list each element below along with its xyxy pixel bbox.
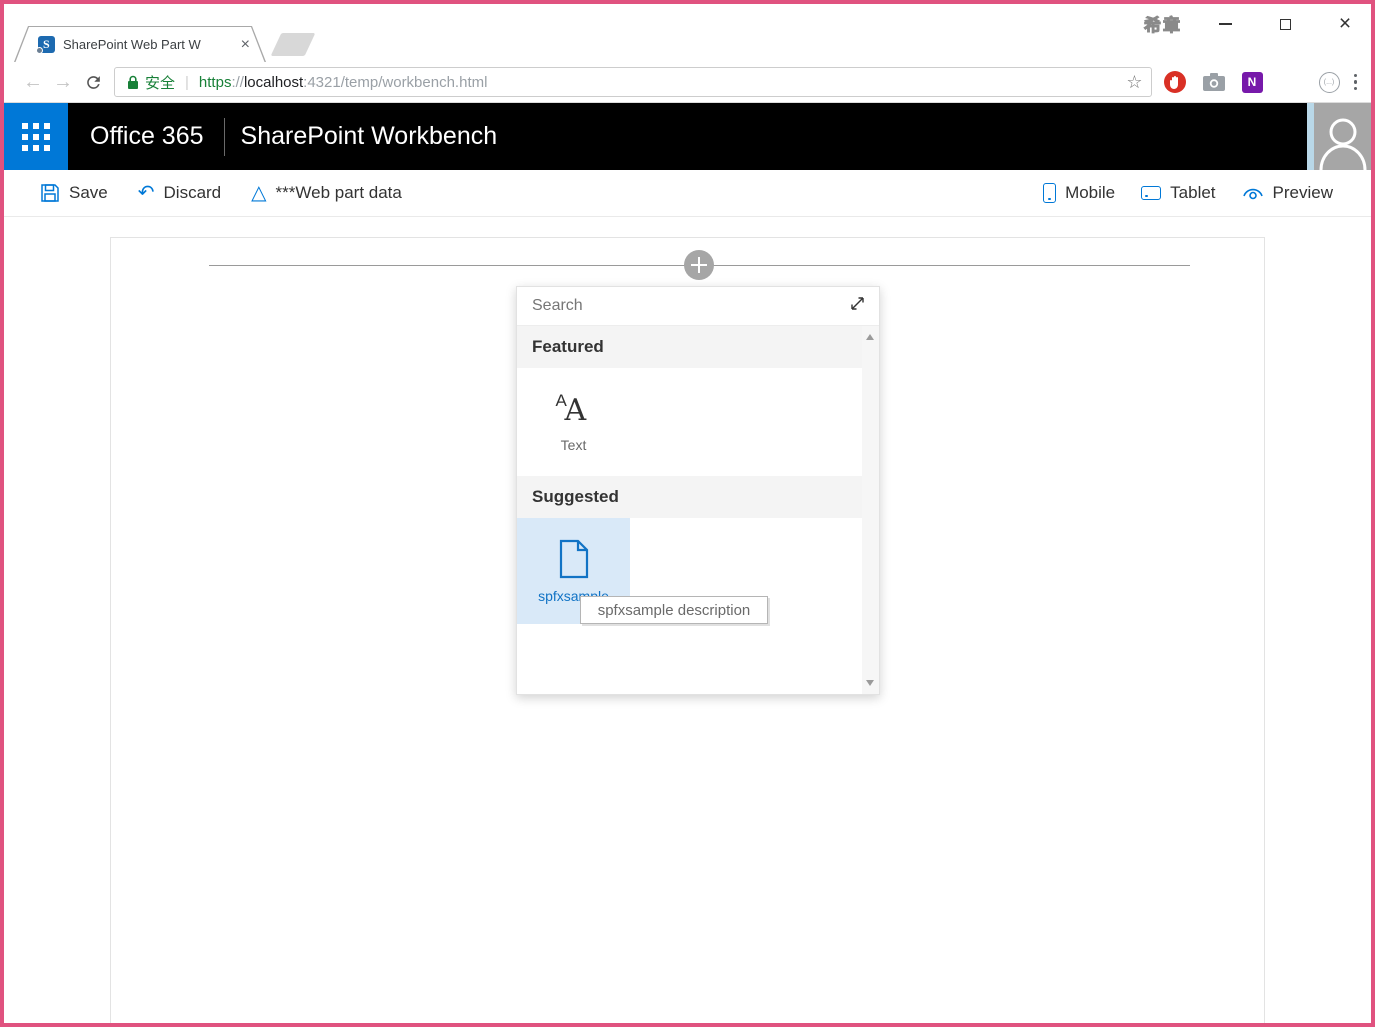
scroll-up-icon[interactable] <box>866 334 874 340</box>
preview-button[interactable]: Preview <box>1242 183 1333 203</box>
minimize-button[interactable] <box>1213 12 1237 36</box>
mobile-button[interactable]: Mobile <box>1043 183 1115 203</box>
workbench-title: SharePoint Workbench <box>241 122 498 151</box>
padlock-icon <box>127 75 139 90</box>
suggested-section-header: Suggested <box>517 476 862 518</box>
expand-picker-icon[interactable] <box>849 295 866 317</box>
close-button[interactable]: × <box>1333 12 1357 36</box>
new-tab-button[interactable] <box>271 33 316 56</box>
discard-button[interactable]: ↶ Discard <box>138 183 221 203</box>
back-icon[interactable]: ← <box>18 71 48 94</box>
workbench-command-bar: Save ↶ Discard △ ***Web part data Mobile… <box>4 170 1371 217</box>
code-extension-icon[interactable]: (...) <box>1319 72 1340 93</box>
preview-eye-icon <box>1242 184 1264 202</box>
browser-titlebar: S SharePoint Web Part W × 希章 × <box>4 4 1371 62</box>
workbench-content: Featured AA Text Suggested spfxsample <box>4 217 1371 1023</box>
maximize-button[interactable] <box>1273 12 1297 36</box>
save-button[interactable]: Save <box>40 183 108 203</box>
annotated-window-frame: S SharePoint Web Part W × 希章 × ← → 安全 | … <box>0 0 1375 1027</box>
windows-extension-icon[interactable] <box>1280 71 1302 93</box>
mobile-icon <box>1043 183 1056 203</box>
picker-body: Featured AA Text Suggested spfxsample <box>517 326 862 694</box>
avatar-strip <box>1307 103 1314 170</box>
webpart-data-button[interactable]: △ ***Web part data <box>251 183 402 203</box>
add-webpart-button[interactable] <box>684 250 714 280</box>
bookmark-star-icon[interactable]: ☆ <box>1126 72 1142 93</box>
tab-title: SharePoint Web Part W <box>63 37 235 52</box>
forward-icon[interactable]: → <box>48 71 78 94</box>
browser-toolbar: ← → 安全 | https://localhost:4321/temp/wor… <box>4 62 1371 103</box>
webpart-tile-text[interactable]: AA Text <box>517 368 630 476</box>
header-divider <box>224 118 225 156</box>
onenote-extension-icon[interactable]: N <box>1242 72 1263 93</box>
scroll-down-icon[interactable] <box>866 680 874 686</box>
window-controls: × <box>1213 10 1357 38</box>
picker-scrollbar[interactable] <box>862 326 879 694</box>
person-icon <box>1318 112 1368 170</box>
sharepoint-favicon-icon: S <box>38 36 55 53</box>
address-separator: | <box>185 74 189 91</box>
url-text[interactable]: https://localhost:4321/temp/workbench.ht… <box>199 74 1118 91</box>
search-input[interactable] <box>532 297 849 315</box>
reload-icon[interactable] <box>78 73 108 92</box>
office-header: Office 365 SharePoint Workbench <box>4 103 1371 170</box>
tablet-icon <box>1141 186 1161 200</box>
browser-window: S SharePoint Web Part W × 希章 × ← → 安全 | … <box>4 4 1371 1023</box>
secure-badge[interactable]: 安全 <box>127 72 175 93</box>
screenshot-extension-icon[interactable] <box>1203 71 1225 93</box>
picker-search-row <box>517 287 879 326</box>
adblock-extension-icon[interactable] <box>1164 71 1186 93</box>
extensions-row: N (...) <box>1164 71 1340 93</box>
save-icon <box>40 183 60 203</box>
document-icon <box>558 539 590 579</box>
address-bar[interactable]: 安全 | https://localhost:4321/temp/workben… <box>114 67 1152 97</box>
app-launcher-button[interactable] <box>4 103 68 170</box>
secure-label: 安全 <box>145 72 175 93</box>
tab-close-icon[interactable]: × <box>241 37 250 53</box>
watermark-text: 希章 <box>1144 11 1214 37</box>
undo-icon: ↶ <box>138 183 155 203</box>
office-365-label[interactable]: Office 365 <box>90 122 204 151</box>
text-webpart-icon: AA <box>556 391 592 425</box>
tablet-button[interactable]: Tablet <box>1141 183 1215 203</box>
user-avatar[interactable] <box>1314 103 1371 170</box>
waffle-icon <box>22 123 50 151</box>
featured-section-header: Featured <box>517 326 862 368</box>
chrome-menu-icon[interactable] <box>1354 74 1358 91</box>
webpart-picker-popup: Featured AA Text Suggested spfxsample <box>516 286 880 695</box>
triangle-icon: △ <box>251 183 266 203</box>
webpart-tooltip: spfxsample description <box>580 596 768 624</box>
browser-tab[interactable]: S SharePoint Web Part W × <box>14 26 266 62</box>
